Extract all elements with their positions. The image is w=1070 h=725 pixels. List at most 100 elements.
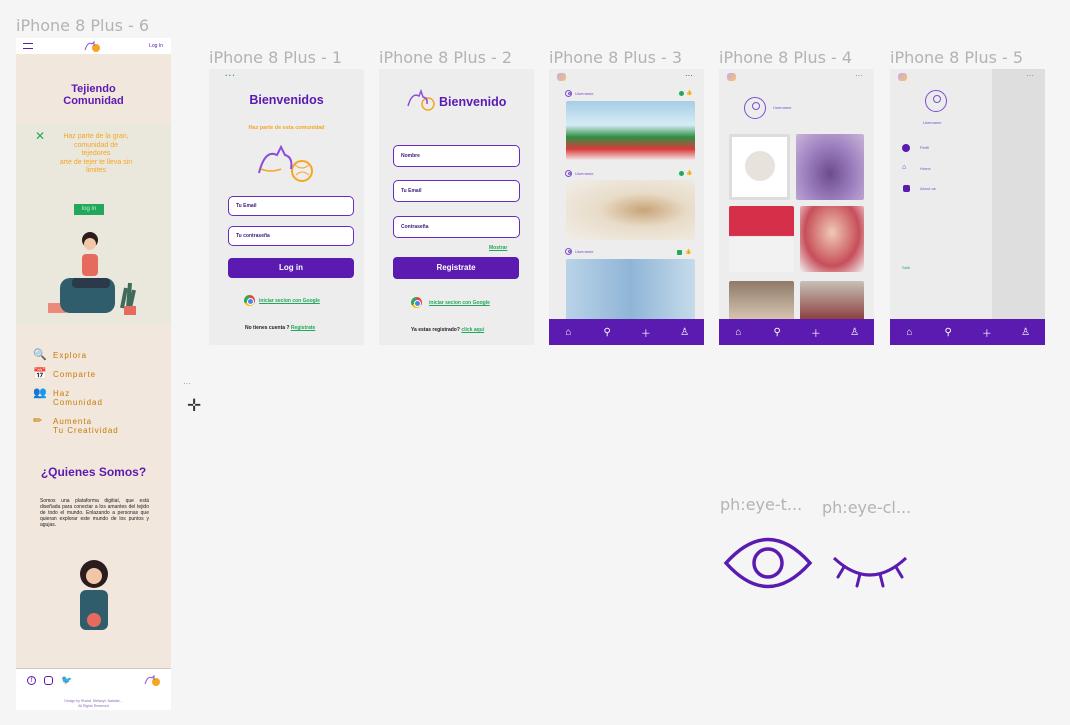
curly-woman-illustration <box>64 556 124 634</box>
profile-username: Username <box>773 105 792 110</box>
grid-photo-craft[interactable] <box>729 281 794 321</box>
post-photo-crochet-elf[interactable] <box>566 101 695 161</box>
feature-label: Haz <box>53 389 71 398</box>
menu-item-home[interactable]: Home <box>920 166 931 171</box>
share-icon: 📅 <box>33 368 48 380</box>
profile-icon[interactable]: ♙ <box>845 327 865 338</box>
more-icon[interactable]: ··· <box>855 71 863 80</box>
post-photo-knitting-basket[interactable] <box>566 180 695 240</box>
search-icon[interactable]: ⚲ <box>597 327 617 338</box>
register-email-input[interactable]: Tu Email <box>393 180 520 202</box>
like-icon[interactable]: 👍 <box>685 249 691 255</box>
post-username[interactable]: Username <box>575 171 593 176</box>
avatar[interactable] <box>565 248 572 255</box>
landing-title-line1: Tejiendo <box>71 83 116 95</box>
grid-photo-bear[interactable] <box>729 134 790 200</box>
like-icon[interactable]: 👍 <box>686 170 692 176</box>
tagline-line: comunidad de <box>74 141 118 149</box>
add-icon[interactable]: ＋ <box>636 325 656 340</box>
register-button[interactable]: Registrate <box>393 257 519 279</box>
have-account-text: Ya estas registrado? click aqui <box>411 327 484 333</box>
feature-comparte: 📅 Comparte <box>33 369 96 380</box>
like-icon[interactable]: 👍 <box>686 90 692 96</box>
logout-link[interactable]: Salir <box>902 265 910 270</box>
add-icon[interactable]: ＋ <box>977 325 997 340</box>
profile-avatar[interactable] <box>744 97 766 119</box>
google-register-link[interactable]: iniciar secion con Google <box>429 300 490 306</box>
google-login-link[interactable]: iniciar secion con Google <box>259 298 320 304</box>
login-frame: ··· Bienvenidos Haz parte de esta comuni… <box>209 69 364 345</box>
login-email-input[interactable]: Tu Email <box>228 196 354 216</box>
instagram-icon[interactable] <box>44 676 53 685</box>
avatar[interactable] <box>565 90 572 97</box>
about-text: Somos una plataforma digitial, que está … <box>40 498 149 528</box>
post-photo-baby-sweater[interactable] <box>566 259 695 321</box>
register-link[interactable]: Registrate <box>291 325 315 331</box>
search-icon[interactable]: ⚲ <box>938 327 958 338</box>
home-icon[interactable]: ⌂ <box>899 327 919 338</box>
login-subtitle: Haz parte de esta comunidad <box>248 125 325 131</box>
landing-header: Log In <box>16 38 171 54</box>
comment-icon[interactable] <box>679 91 684 96</box>
tagline-line: Haz parte de la gran, <box>63 133 129 140</box>
add-icon[interactable]: ＋ <box>806 325 826 340</box>
footer-logo-icon <box>142 672 162 688</box>
menu-avatar[interactable] <box>925 90 947 112</box>
credits: Design by Ruslaf, Stefanyt, Nataliat, - … <box>16 699 171 708</box>
about-icon <box>903 185 910 192</box>
feature-creatividad: ✏ Aumenta Tu Creatividad <box>33 416 119 436</box>
register-password-input[interactable]: Contraseña <box>393 216 520 238</box>
landing-title-line2: Comunidad <box>63 95 124 107</box>
eye-closed-component-label: ph:eye-cl... <box>822 498 912 517</box>
community-icon: 👥 <box>33 387 48 399</box>
grid-photo-red-knit[interactable] <box>729 206 794 272</box>
google-icon <box>411 297 422 308</box>
comment-icon[interactable] <box>677 250 682 255</box>
comment-icon[interactable] <box>679 171 684 176</box>
search-icon[interactable]: ⚲ <box>767 327 787 338</box>
grid-photo-slippers[interactable] <box>796 134 864 200</box>
grid-photo-cupcakes[interactable] <box>800 281 864 321</box>
twitter-icon[interactable]: 🐦 <box>61 675 72 686</box>
login-button[interactable]: Log in <box>228 258 354 278</box>
post-username[interactable]: Username <box>575 91 593 96</box>
google-icon <box>244 295 255 306</box>
post-username[interactable]: Username <box>575 249 593 254</box>
register-frame: Bienvenido Nombre Tu Email Contraseña Mo… <box>379 69 534 345</box>
menu-item-about[interactable]: About us <box>920 186 936 191</box>
knitting-woman-illustration <box>42 228 142 323</box>
login-link[interactable]: Log In <box>149 43 163 49</box>
show-password-link[interactable]: Mostrar <box>489 245 507 251</box>
register-name-input[interactable]: Nombre <box>393 145 520 167</box>
app-logo-icon <box>557 73 566 81</box>
landing-login-button[interactable]: log in <box>74 204 104 215</box>
frame-label-3: iPhone 8 Plus - 3 <box>549 48 683 67</box>
landing-frame: Log In Tejiendo Comunidad ✕ Haz parte de… <box>16 38 171 710</box>
tagline-line: limites <box>86 167 106 174</box>
menu-username: Username <box>923 120 942 125</box>
home-icon[interactable]: ⌂ <box>728 327 748 338</box>
more-icon[interactable]: ··· <box>1026 71 1034 80</box>
feature-label: Explora <box>53 351 88 360</box>
more-icon[interactable]: ··· <box>685 71 693 80</box>
hamburger-icon[interactable] <box>23 43 33 49</box>
click-here-link[interactable]: click aqui <box>461 327 484 333</box>
menu-frame: ··· Username Perfil ⌂ Home About us Sali… <box>890 69 1045 345</box>
profile-frame: ··· Username ⌂ ⚲ ＋ ♙ <box>719 69 874 345</box>
login-password-input[interactable]: Tu contraseña <box>228 226 354 246</box>
profile-icon <box>902 144 910 152</box>
grid-photo-hand-knit[interactable] <box>800 206 864 272</box>
home-icon[interactable]: ⌂ <box>558 327 578 338</box>
profile-icon[interactable]: ♙ <box>675 327 695 338</box>
landing-footer: f 🐦 Design by Ruslaf, Stefanyt, Nataliat… <box>16 669 171 710</box>
feature-label: Aumenta <box>53 417 93 426</box>
more-icon[interactable]: ··· <box>183 379 191 388</box>
no-account-text: No tienes cuenta ? Registrate <box>245 325 315 331</box>
menu-item-perfil[interactable]: Perfil <box>920 145 929 150</box>
profile-icon[interactable]: ♙ <box>1016 327 1036 338</box>
facebook-icon[interactable]: f <box>27 676 36 685</box>
tagline-line: tejedores <box>81 150 111 157</box>
avatar[interactable] <box>565 170 572 177</box>
feature-label: Comunidad <box>53 398 103 407</box>
status-dots-icon: ··· <box>225 71 236 80</box>
